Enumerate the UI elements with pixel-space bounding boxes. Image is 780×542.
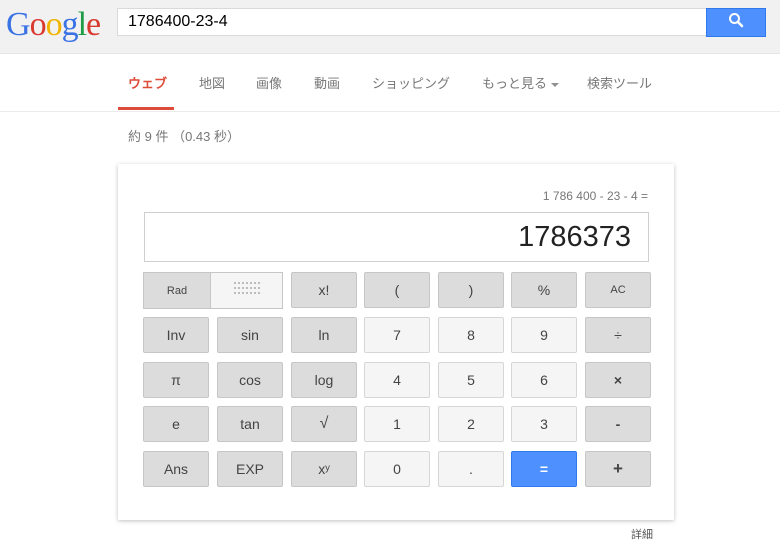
key-5[interactable]: 5 <box>438 362 504 398</box>
top-bar: Google <box>0 0 780 54</box>
key-3[interactable]: 3 <box>511 406 577 442</box>
tab-web[interactable]: ウェブ <box>128 73 167 92</box>
key-close-paren[interactable]: ) <box>438 272 504 308</box>
tab-maps[interactable]: 地図 <box>199 73 225 92</box>
logo-letter: G <box>6 6 31 43</box>
key-sqrt[interactable]: √ <box>291 406 357 442</box>
tab-images[interactable]: 画像 <box>256 73 282 92</box>
calculator-display: 1786373 <box>144 212 649 262</box>
key-6[interactable]: 6 <box>511 362 577 398</box>
key-divide[interactable]: ÷ <box>585 317 651 353</box>
key-8[interactable]: 8 <box>438 317 504 353</box>
key-power[interactable]: xʸ <box>291 451 357 487</box>
active-tab-indicator <box>118 107 174 110</box>
angle-mode-toggle: Rad <box>143 272 283 309</box>
key-plus[interactable]: + <box>585 451 651 487</box>
key-sin[interactable]: sin <box>217 317 283 353</box>
search-tabs: ウェブ 地図 画像 動画 ショッピング もっと見る 検索ツール <box>0 53 780 112</box>
key-cos[interactable]: cos <box>217 362 283 398</box>
logo-letter: l <box>77 6 88 43</box>
detail-link[interactable]: 詳細 <box>631 526 653 542</box>
key-tan[interactable]: tan <box>217 406 283 442</box>
search-button[interactable] <box>706 8 766 37</box>
key-percent[interactable]: % <box>511 272 577 308</box>
key-9[interactable]: 9 <box>511 317 577 353</box>
key-open-paren[interactable]: ( <box>364 272 430 308</box>
key-pi[interactable]: π <box>143 362 209 398</box>
google-logo[interactable]: Google <box>6 6 101 43</box>
chevron-down-icon <box>551 82 560 87</box>
tab-more[interactable]: もっと見る <box>482 73 560 92</box>
tab-search-tools[interactable]: 検索ツール <box>587 73 652 92</box>
tab-shopping[interactable]: ショッピング <box>372 73 450 92</box>
logo-letter: o <box>29 6 47 43</box>
tab-more-label: もっと見る <box>482 76 548 91</box>
key-inv[interactable]: Inv <box>143 317 209 353</box>
key-minus[interactable]: - <box>585 406 651 442</box>
calculator-card: 1 786 400 - 23 - 4 = 1786373 Rad x! ( ) … <box>118 164 674 520</box>
logo-letter: o <box>45 6 63 43</box>
logo-letter: g <box>61 6 79 43</box>
key-all-clear[interactable]: AC <box>585 272 651 308</box>
key-e[interactable]: e <box>143 406 209 442</box>
key-4[interactable]: 4 <box>364 362 430 398</box>
search-icon <box>728 12 744 33</box>
key-7[interactable]: 7 <box>364 317 430 353</box>
key-ans[interactable]: Ans <box>143 451 209 487</box>
logo-letter: e <box>86 6 101 43</box>
deg-button[interactable] <box>211 273 282 308</box>
key-ln[interactable]: ln <box>291 317 357 353</box>
dotted-grid-icon <box>233 280 261 301</box>
key-2[interactable]: 2 <box>438 406 504 442</box>
key-multiply[interactable]: × <box>585 362 651 398</box>
key-equals[interactable]: = <box>511 451 577 487</box>
key-decimal[interactable]: . <box>438 451 504 487</box>
calculator-expression: 1 786 400 - 23 - 4 = <box>542 189 648 203</box>
search-input[interactable] <box>117 8 706 36</box>
result-stats: 約 9 件 （0.43 秒） <box>128 129 240 144</box>
key-1[interactable]: 1 <box>364 406 430 442</box>
key-log[interactable]: log <box>291 362 357 398</box>
tab-videos[interactable]: 動画 <box>314 73 340 92</box>
key-0[interactable]: 0 <box>364 451 430 487</box>
key-factorial[interactable]: x! <box>291 272 357 308</box>
key-exp[interactable]: EXP <box>217 451 283 487</box>
rad-button[interactable]: Rad <box>144 273 211 308</box>
